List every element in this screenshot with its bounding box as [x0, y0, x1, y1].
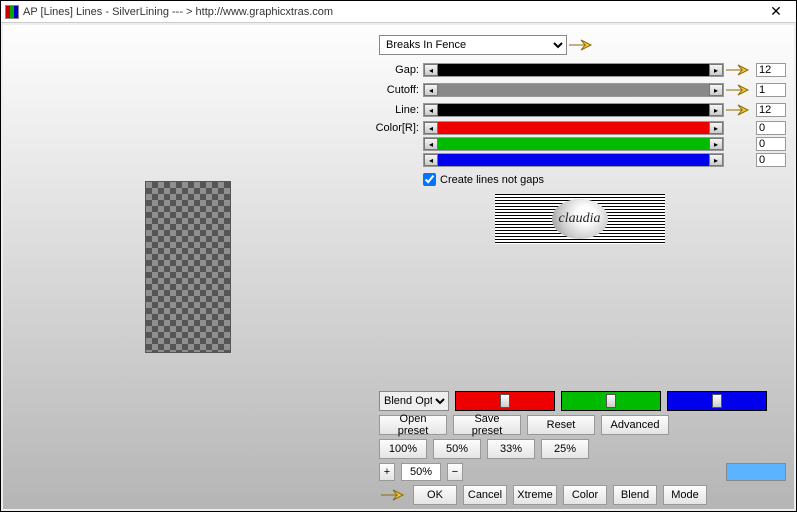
cutoff-value[interactable]: 1 — [756, 83, 786, 97]
close-button[interactable]: ✕ — [760, 3, 792, 21]
arrow-right-icon[interactable]: ▸ — [709, 64, 723, 76]
mode-button[interactable]: Mode — [663, 485, 707, 505]
preview-image — [145, 181, 231, 353]
cutoff-slider[interactable]: ◂ ▸ — [423, 83, 724, 97]
zoom-50-button[interactable]: 50% — [433, 439, 481, 459]
gap-label: Gap: — [373, 64, 423, 76]
titlebar: AP [Lines] Lines - SilverLining --- > ht… — [1, 1, 796, 23]
zoom-25-button[interactable]: 25% — [541, 439, 589, 459]
color-g-value[interactable]: 0 — [756, 137, 786, 151]
color-r-track[interactable] — [438, 122, 709, 134]
pointer-cursor-icon — [724, 81, 752, 99]
color-button[interactable]: Color — [563, 485, 607, 505]
cancel-button[interactable]: Cancel — [463, 485, 507, 505]
gap-slider[interactable]: ◂ ▸ — [423, 63, 724, 77]
advanced-button[interactable]: Advanced — [601, 415, 669, 435]
slider-thumb[interactable] — [606, 394, 616, 408]
logo-banner: claudia — [495, 194, 665, 244]
rgb-b-slider[interactable] — [667, 391, 767, 411]
zoom-100-button[interactable]: 100% — [379, 439, 427, 459]
pointer-cursor-icon — [567, 36, 595, 54]
reset-button[interactable]: Reset — [527, 415, 595, 435]
gap-value[interactable]: 12 — [756, 63, 786, 77]
color-r-value[interactable]: 0 — [756, 121, 786, 135]
content-area: Breaks In Fence Gap: ◂ ▸ 12 Cu — [1, 23, 796, 511]
ok-button[interactable]: OK — [413, 485, 457, 505]
zoom-value[interactable]: 50% — [401, 463, 441, 481]
arrow-left-icon[interactable]: ◂ — [424, 138, 438, 150]
arrow-right-icon[interactable]: ▸ — [709, 154, 723, 166]
controls-pane: Breaks In Fence Gap: ◂ ▸ 12 Cu — [373, 25, 794, 509]
create-lines-checkbox[interactable] — [423, 173, 436, 186]
arrow-left-icon[interactable]: ◂ — [424, 64, 438, 76]
zoom-plus-button[interactable]: + — [379, 463, 395, 481]
xtreme-button[interactable]: Xtreme — [513, 485, 557, 505]
line-slider[interactable]: ◂ ▸ — [423, 103, 724, 117]
save-preset-button[interactable]: Save preset — [453, 415, 521, 435]
line-value[interactable]: 12 — [756, 103, 786, 117]
arrow-left-icon[interactable]: ◂ — [424, 122, 438, 134]
color-r-slider[interactable]: ◂ ▸ — [423, 121, 724, 135]
arrow-left-icon[interactable]: ◂ — [424, 104, 438, 116]
rgb-g-slider[interactable] — [561, 391, 661, 411]
arrow-right-icon[interactable]: ▸ — [709, 84, 723, 96]
create-lines-label: Create lines not gaps — [440, 174, 544, 186]
slider-thumb[interactable] — [500, 394, 510, 408]
preview-pane — [3, 25, 373, 509]
slider-thumb[interactable] — [712, 394, 722, 408]
cutoff-label: Cutoff: — [373, 84, 423, 96]
arrow-right-icon[interactable]: ▸ — [709, 104, 723, 116]
line-track[interactable] — [438, 104, 709, 116]
pointer-cursor-icon — [379, 486, 407, 504]
color-b-value[interactable]: 0 — [756, 153, 786, 167]
logo-text: claudia — [552, 199, 608, 239]
line-label: Line: — [373, 104, 423, 116]
zoom-minus-button[interactable]: − — [447, 463, 463, 481]
blend-dropdown[interactable]: Blend Options — [379, 391, 449, 411]
arrow-left-icon[interactable]: ◂ — [424, 84, 438, 96]
window-title: AP [Lines] Lines - SilverLining --- > ht… — [23, 6, 760, 18]
arrow-right-icon[interactable]: ▸ — [709, 138, 723, 150]
open-preset-button[interactable]: Open preset — [379, 415, 447, 435]
gap-track[interactable] — [438, 64, 709, 76]
rgb-r-slider[interactable] — [455, 391, 555, 411]
color-b-track[interactable] — [438, 154, 709, 166]
color-b-slider[interactable]: ◂ ▸ — [423, 153, 724, 167]
color-r-label: Color[R]: — [373, 122, 423, 134]
color-g-track[interactable] — [438, 138, 709, 150]
preset-dropdown[interactable]: Breaks In Fence — [379, 35, 567, 55]
color-g-slider[interactable]: ◂ ▸ — [423, 137, 724, 151]
arrow-right-icon[interactable]: ▸ — [709, 122, 723, 134]
color-swatch[interactable] — [726, 463, 786, 481]
pointer-cursor-icon — [724, 61, 752, 79]
app-icon — [5, 5, 19, 19]
blend-button[interactable]: Blend — [613, 485, 657, 505]
zoom-33-button[interactable]: 33% — [487, 439, 535, 459]
pointer-cursor-icon — [724, 101, 752, 119]
arrow-left-icon[interactable]: ◂ — [424, 154, 438, 166]
dialog-window: AP [Lines] Lines - SilverLining --- > ht… — [0, 0, 797, 512]
cutoff-track[interactable] — [438, 84, 709, 96]
